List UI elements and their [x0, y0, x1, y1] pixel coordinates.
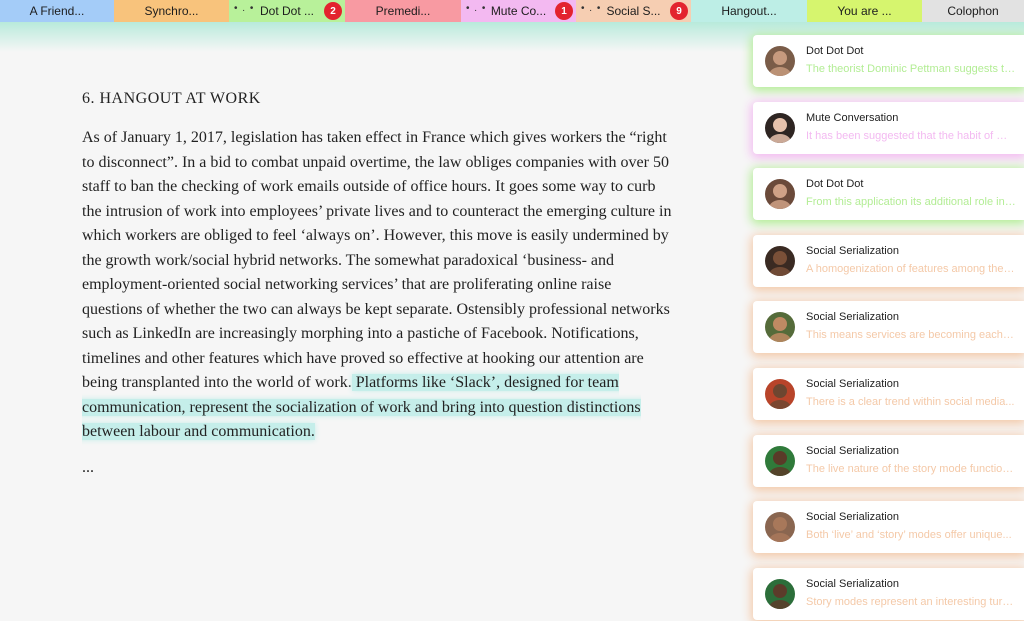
notification-card[interactable]: Social Serialization There is a clear tre… [753, 368, 1024, 420]
tab-label: Hangout... [721, 4, 777, 18]
tab-social-s[interactable]: • . • Social S... 9 [576, 0, 691, 22]
notification-sender: Social Serialization [806, 378, 899, 390]
tab-dot-dot[interactable]: • . • Dot Dot ... 2 [229, 0, 345, 22]
person-avatar-icon [765, 578, 795, 609]
notification-preview: The live nature of the story mode functi… [806, 462, 1016, 475]
article-paragraph: As of January 1, 2017, legislation has t… [82, 126, 672, 445]
tab-label: Colophon [947, 4, 999, 18]
person-avatar-icon [765, 112, 795, 143]
notification-badge: 9 [670, 2, 688, 20]
person-avatar-icon [765, 245, 795, 276]
typing-dots-icon: • . • [581, 3, 602, 14]
notification-preview: The theorist Dominic Pettman suggests th… [806, 63, 1016, 75]
article-body: As of January 1, 2017, legislation has t… [82, 129, 672, 391]
notification-sender: Social Serialization [806, 311, 899, 324]
tab-label: Mute Co... [490, 4, 547, 18]
notification-sender: Social Serialization [806, 511, 899, 524]
tab-label: Premedi... [375, 4, 431, 18]
article: 6. HANGOUT AT WORK As of January 1, 2017… [82, 90, 672, 477]
notification-preview: There is a clear trend within social med… [806, 396, 1015, 408]
tab-premedi[interactable]: Premedi... [345, 0, 461, 22]
notification-sender: Mute Conversation [806, 111, 899, 124]
notification-preview: From this application its additional rol… [806, 196, 1016, 209]
person-avatar-icon [765, 312, 795, 343]
tab-you-are[interactable]: You are ... [807, 0, 922, 22]
tab-colophon[interactable]: Colophon [922, 0, 1024, 22]
notification-card[interactable]: Social Serialization A homogenization of … [753, 234, 1024, 287]
person-avatar-icon [765, 46, 795, 76]
notification-card[interactable]: Social Serialization Both ‘live’ and ‘sto… [753, 501, 1024, 554]
notification-card[interactable]: Social Serialization Story modes represen… [753, 567, 1024, 620]
tab-a-friend[interactable]: A Friend... [0, 0, 114, 22]
article-title: 6. HANGOUT AT WORK [82, 90, 261, 107]
notification-badge: 1 [555, 2, 573, 20]
chapter-tab-bar: A Friend... Synchro... • . • Dot Dot ... 2… [0, 0, 1024, 22]
notification-card[interactable]: Dot Dot Dot From this application its add… [753, 168, 1024, 221]
tab-synchro[interactable]: Synchro... [114, 0, 229, 22]
notification-preview: This means services are becoming each ot… [806, 329, 1016, 342]
notification-sender: Social Serialization [806, 244, 899, 257]
notification-preview: Both ‘live’ and ‘story’ modes offer uniq… [806, 529, 1012, 542]
notification-sender: Dot Dot Dot [806, 45, 864, 57]
notification-preview: A homogenization of features among the p… [806, 262, 1016, 275]
person-avatar-icon [765, 379, 795, 409]
notification-sender: Social Serialization [806, 577, 899, 590]
person-avatar-icon [765, 512, 795, 543]
tab-label: A Friend... [29, 4, 85, 18]
tab-label: You are ... [837, 4, 892, 18]
notification-card[interactable]: Mute Conversation It has been suggested t… [753, 101, 1024, 154]
notification-card[interactable]: Social Serialization This means services … [753, 301, 1024, 354]
person-avatar-icon [765, 179, 795, 210]
tab-hangout[interactable]: Hangout... [691, 0, 807, 22]
person-avatar-icon [765, 445, 795, 476]
notification-preview: It has been suggested that the habit of … [806, 129, 1016, 142]
tab-label: Social S... [606, 4, 661, 18]
typing-dots-icon: • . • [234, 3, 255, 14]
typing-dots-icon: • . • [466, 3, 487, 14]
notification-sender: Social Serialization [806, 444, 899, 457]
notification-card[interactable]: Social Serialization The live nature of t… [753, 434, 1024, 487]
notification-preview: Story modes represent an interesting tur… [806, 595, 1016, 608]
tab-label: Synchro... [144, 4, 199, 18]
notification-sender: Dot Dot Dot [806, 178, 864, 191]
continuation-ellipsis: ... [82, 458, 94, 476]
notification-card[interactable]: Dot Dot Dot The theorist Dominic Pettman … [753, 35, 1024, 87]
tab-mute-co[interactable]: • . • Mute Co... 1 [461, 0, 576, 22]
notification-badge: 2 [324, 2, 342, 20]
tab-label: Dot Dot ... [259, 4, 315, 18]
